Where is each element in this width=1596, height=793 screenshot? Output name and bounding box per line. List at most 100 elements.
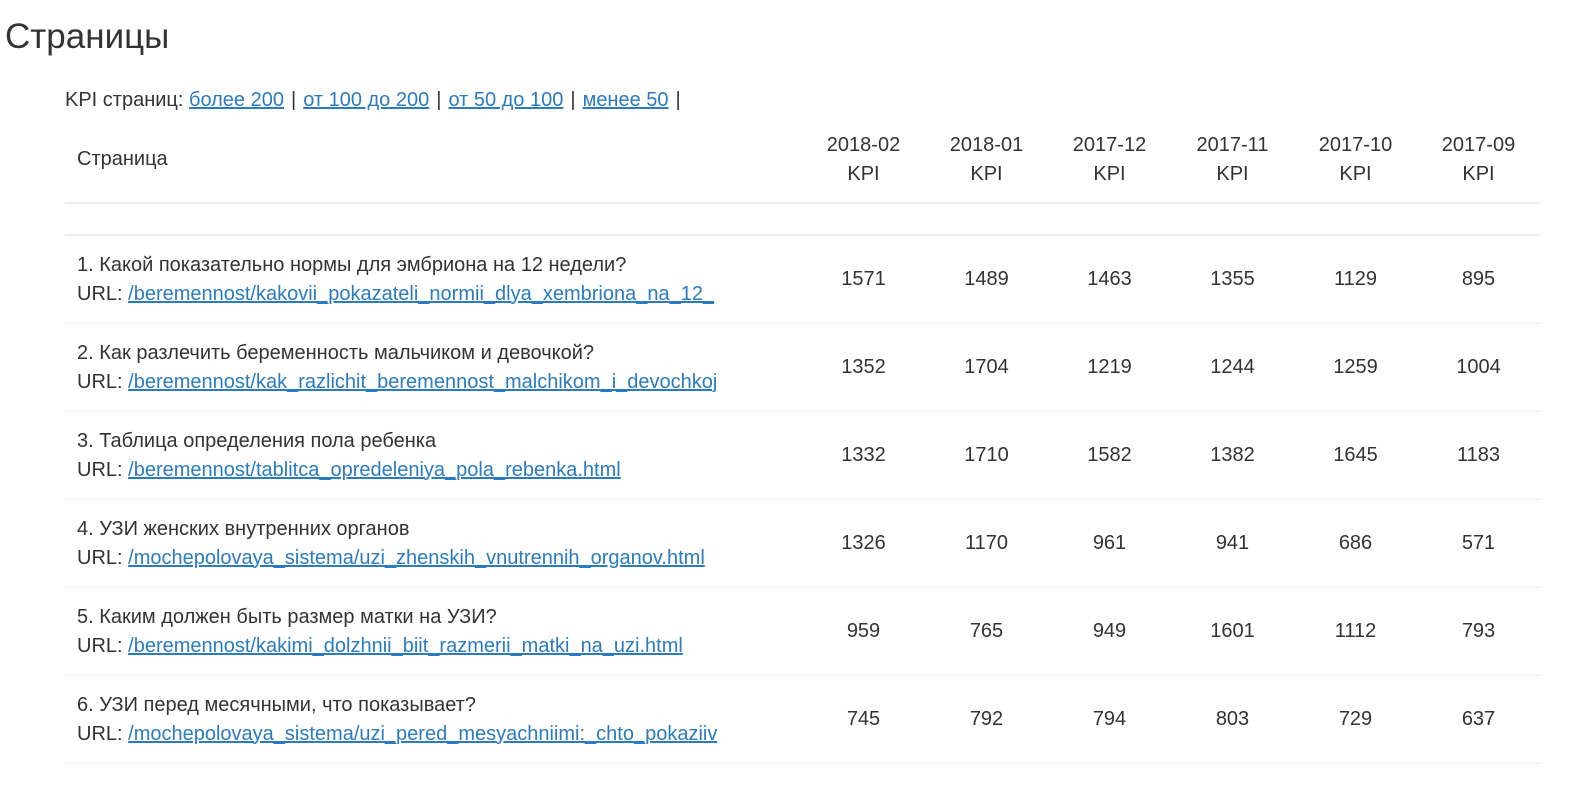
kpi-value: 1571	[802, 235, 925, 324]
page-title-text: 4. УЗИ женских внутренних органов	[77, 517, 410, 540]
table-row: 2. Как разлечить беременность мальчиком …	[65, 323, 1540, 412]
url-line: URL: /beremennost/kakimi_dolzhnii_biit_r…	[77, 632, 802, 661]
column-header-period: 2017-09 KPI	[1417, 117, 1540, 204]
kpi-value: 1645	[1294, 411, 1417, 500]
kpi-value: 637	[1417, 675, 1540, 764]
page-url-link[interactable]: /beremennost/kakovii_pokazateli_normii_d…	[128, 283, 714, 305]
kpi-value: 1326	[802, 499, 925, 588]
page-cell: 6. УЗИ перед месячными, что показывает? …	[65, 675, 802, 764]
url-line: URL: /beremennost/kakovii_pokazateli_nor…	[77, 280, 802, 309]
page-cell: 3. Таблица определения пола ребенка URL:…	[65, 411, 802, 500]
table-row: 5. Каким должен быть размер матки на УЗИ…	[65, 587, 1540, 676]
kpi-table: Страница 2018-02 KPI 2018-01 KPI 2017-12…	[65, 117, 1540, 764]
kpi-value: 1183	[1417, 411, 1540, 500]
kpi-value: 1382	[1171, 411, 1294, 500]
kpi-value: 1244	[1171, 323, 1294, 412]
kpi-value: 1463	[1048, 235, 1171, 324]
page-title-text: 2. Как разлечить беременность мальчиком …	[77, 341, 595, 364]
kpi-value: 1219	[1048, 323, 1171, 412]
url-prefix: URL:	[77, 282, 123, 305]
column-header-metric: KPI	[970, 162, 1003, 185]
kpi-value: 949	[1048, 587, 1171, 676]
filter-link-50-100[interactable]: от 50 до 100	[448, 89, 563, 111]
kpi-value: 792	[925, 675, 1048, 764]
kpi-value: 745	[802, 675, 925, 764]
column-header-metric: KPI	[1216, 162, 1249, 185]
filter-link-under-50[interactable]: менее 50	[583, 89, 669, 111]
column-header-date: 2017-09	[1441, 133, 1516, 156]
page-title-text: 5. Каким должен быть размер матки на УЗИ…	[77, 605, 497, 628]
kpi-value: 1352	[802, 323, 925, 412]
page-url-link[interactable]: /beremennost/kakimi_dolzhnii_biit_razmer…	[128, 635, 683, 657]
page-url-link[interactable]: /beremennost/kak_razlichit_beremennost_m…	[128, 371, 717, 393]
filter-separator: |	[570, 89, 576, 111]
url-prefix: URL:	[77, 370, 123, 393]
kpi-value: 793	[1417, 587, 1540, 676]
column-header-period: 2017-10 KPI	[1294, 117, 1417, 204]
url-line: URL: /mochepolovaya_sistema/uzi_zhenskih…	[77, 544, 802, 573]
filter-separator: |	[436, 89, 442, 111]
table-row: 4. УЗИ женских внутренних органов URL: /…	[65, 499, 1540, 588]
kpi-value: 961	[1048, 499, 1171, 588]
kpi-value: 1582	[1048, 411, 1171, 500]
column-header-date: 2017-12	[1072, 133, 1147, 156]
kpi-value: 794	[1048, 675, 1171, 764]
kpi-value: 686	[1294, 499, 1417, 588]
url-line: URL: /mochepolovaya_sistema/uzi_pered_me…	[77, 720, 802, 749]
page-url-link[interactable]: /beremennost/tablitca_opredeleniya_pola_…	[128, 459, 621, 481]
kpi-value: 729	[1294, 675, 1417, 764]
kpi-value: 571	[1417, 499, 1540, 588]
filter-separator: |	[290, 89, 297, 111]
page-title-text: 3. Таблица определения пола ребенка	[77, 429, 437, 452]
page-cell: 4. УЗИ женских внутренних органов URL: /…	[65, 499, 802, 588]
kpi-filter-label: KPI страниц:	[65, 89, 184, 111]
page-title-text: 1. Какой показательно нормы для эмбриона…	[77, 253, 627, 276]
kpi-value: 1601	[1171, 587, 1294, 676]
filter-link-100-200[interactable]: от 100 до 200	[303, 89, 429, 111]
url-prefix: URL:	[77, 722, 123, 745]
kpi-value: 1112	[1294, 587, 1417, 676]
table-row: 1. Какой показательно нормы для эмбриона…	[65, 235, 1540, 324]
kpi-value: 1704	[925, 323, 1048, 412]
kpi-value: 959	[802, 587, 925, 676]
kpi-value: 765	[925, 587, 1048, 676]
page-url-link[interactable]: /mochepolovaya_sistema/uzi_zhenskih_vnut…	[128, 547, 705, 569]
table-row: 3. Таблица определения пола ребенка URL:…	[65, 411, 1540, 500]
column-header-period: 2018-02 KPI	[802, 117, 925, 204]
column-header-period: 2017-11 KPI	[1171, 117, 1294, 204]
page-title: Страницы	[5, 17, 170, 56]
filter-link-over-200[interactable]: более 200	[189, 89, 284, 111]
column-header-date: 2017-10	[1318, 133, 1393, 156]
kpi-value: 1710	[925, 411, 1048, 500]
kpi-filter-bar: KPI страниц: более 200 | от 100 до 200 | от …	[65, 88, 688, 112]
kpi-value: 1004	[1417, 323, 1540, 412]
kpi-value: 803	[1171, 675, 1294, 764]
kpi-value: 941	[1171, 499, 1294, 588]
kpi-value: 1170	[925, 499, 1048, 588]
column-header-period: 2018-01 KPI	[925, 117, 1048, 204]
url-prefix: URL:	[77, 458, 123, 481]
kpi-value: 1332	[802, 411, 925, 500]
page-cell: 2. Как разлечить беременность мальчиком …	[65, 323, 802, 412]
column-header-metric: KPI	[847, 162, 880, 185]
column-header-page: Страница	[65, 117, 802, 204]
url-prefix: URL:	[77, 634, 123, 657]
url-line: URL: /beremennost/kak_razlichit_beremenn…	[77, 368, 802, 397]
url-prefix: URL:	[77, 546, 123, 569]
column-header-metric: KPI	[1339, 162, 1372, 185]
page-cell: 5. Каким должен быть размер матки на УЗИ…	[65, 587, 802, 676]
page-title-text: 6. УЗИ перед месячными, что показывает?	[77, 693, 476, 716]
kpi-value: 1489	[925, 235, 1048, 324]
column-header-date: 2018-01	[949, 133, 1024, 156]
spacer-cell	[65, 203, 1540, 236]
page-cell: 1. Какой показательно нормы для эмбриона…	[65, 235, 802, 324]
table-spacer-row	[65, 203, 1540, 236]
table-row: 6. УЗИ перед месячными, что показывает? …	[65, 675, 1540, 764]
column-header-metric: KPI	[1462, 162, 1495, 185]
page-url-link[interactable]: /mochepolovaya_sistema/uzi_pered_mesyach…	[128, 723, 717, 745]
kpi-value: 1355	[1171, 235, 1294, 324]
kpi-value: 1129	[1294, 235, 1417, 324]
column-header-date: 2017-11	[1196, 133, 1269, 156]
kpi-value: 895	[1417, 235, 1540, 324]
column-header-period: 2017-12 KPI	[1048, 117, 1171, 204]
